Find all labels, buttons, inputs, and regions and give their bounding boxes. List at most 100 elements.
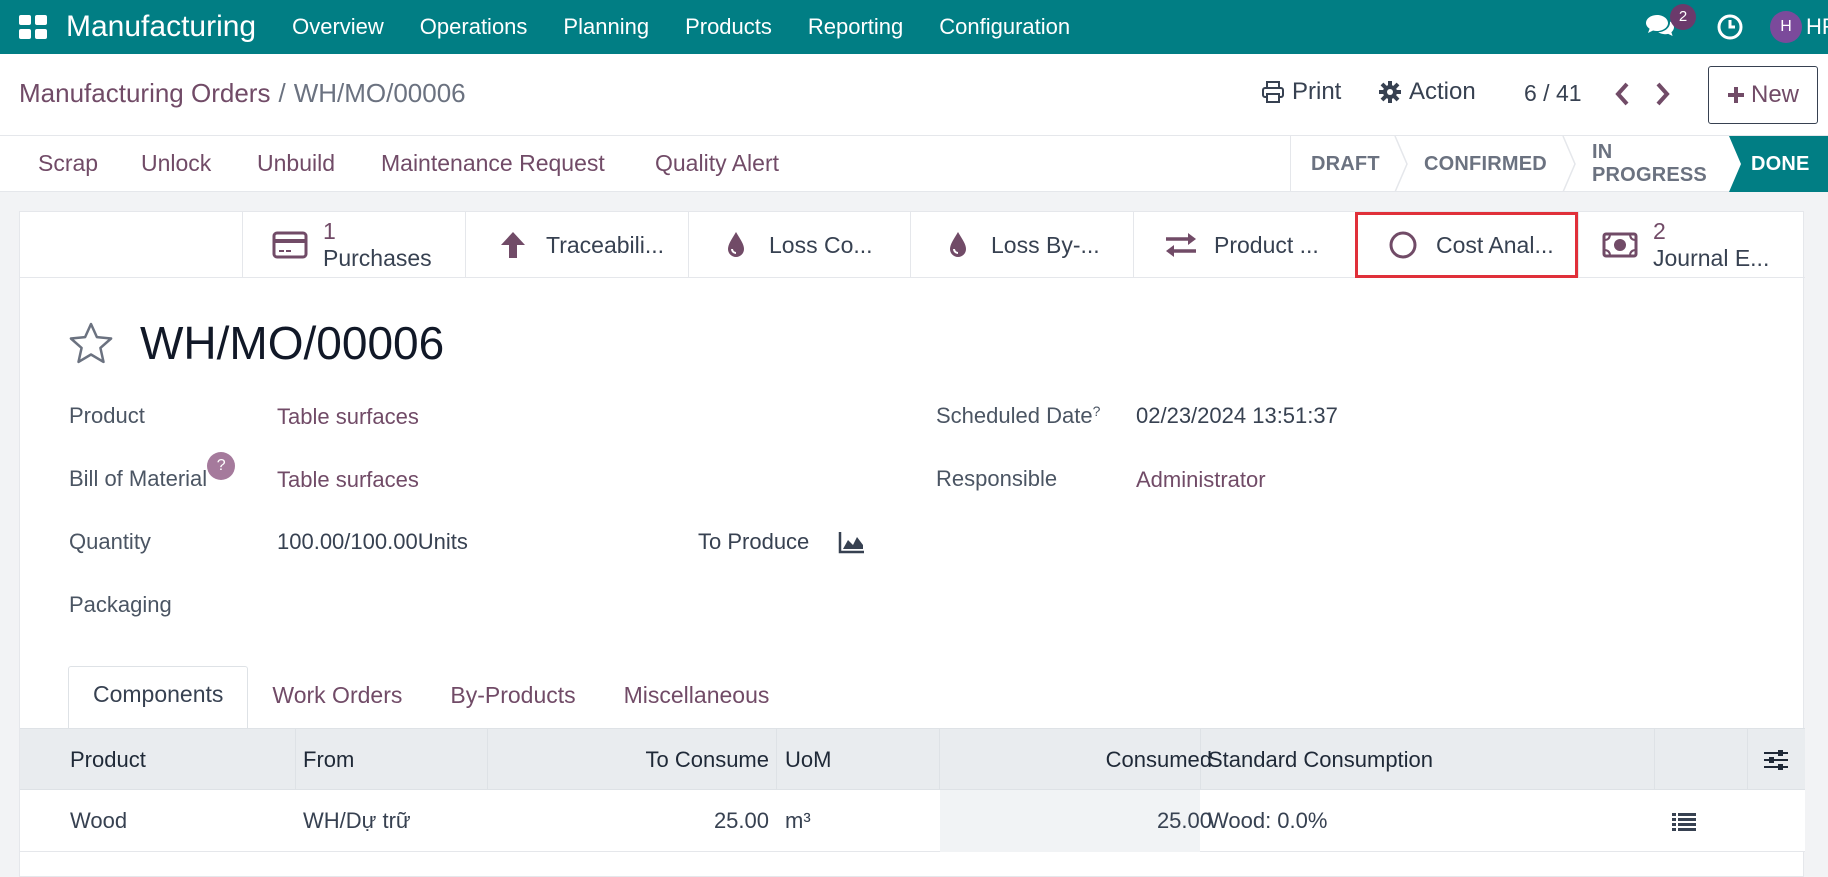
stage-draft[interactable]: DRAFT [1290, 136, 1408, 192]
journal-label: Journal E... [1653, 245, 1770, 271]
row-consumed[interactable]: 25.00 [939, 790, 1212, 851]
loss-components-button[interactable]: Loss Co... [688, 212, 910, 278]
cost-analysis-button[interactable]: Cost Anal... [1355, 212, 1578, 278]
arrow-up-icon [501, 232, 525, 258]
user-label[interactable]: HR [1806, 14, 1828, 40]
scheduled-date-value[interactable]: 02/23/2024 13:51:37 [1136, 403, 1338, 429]
stage-in-progress[interactable]: IN PROGRESS [1564, 136, 1741, 192]
scheduled-date-label-text: Scheduled Date [936, 403, 1093, 428]
col-from[interactable]: From [303, 729, 354, 790]
col-product[interactable]: Product [70, 729, 146, 790]
loss-components-label: Loss Co... [769, 232, 873, 258]
tab-miscellaneous[interactable]: Miscellaneous [600, 668, 794, 730]
purchases-count: 1 [323, 218, 336, 244]
breadcrumb: Manufacturing Orders / WH/MO/00006 [19, 78, 466, 109]
purchases-label: Purchases [323, 245, 432, 271]
plus-icon [1727, 87, 1744, 103]
tab-by-products[interactable]: By-Products [426, 668, 599, 730]
bom-label-text: Bill of Material [69, 466, 208, 491]
action-label: Action [1409, 78, 1476, 105]
traceability-button[interactable]: Traceabili... [465, 212, 688, 278]
avatar[interactable]: H [1770, 11, 1802, 43]
menu-products[interactable]: Products [667, 14, 790, 40]
print-label: Print [1292, 78, 1342, 105]
breadcrumb-separator: / [278, 78, 286, 108]
breadcrumb-current: WH/MO/00006 [293, 78, 466, 108]
stage-draft-label: DRAFT [1311, 152, 1380, 175]
money-icon [1602, 232, 1638, 258]
product-moves-button[interactable]: Product ... [1133, 212, 1355, 278]
scheduled-date-help[interactable]: ? [1093, 403, 1101, 419]
row-to-consume: 25.00 [713, 808, 769, 833]
maintenance-request-button[interactable]: Maintenance Request [381, 150, 605, 177]
chevron-left-icon[interactable] [1611, 80, 1635, 108]
breadcrumb-parent[interactable]: Manufacturing Orders [19, 78, 270, 108]
scheduled-date-label: Scheduled Date? [936, 403, 1100, 429]
star-icon[interactable] [68, 321, 114, 365]
menu-configuration[interactable]: Configuration [921, 14, 1088, 40]
drop-icon [950, 232, 966, 257]
stage-confirmed[interactable]: CONFIRMED [1396, 136, 1576, 192]
chat-button[interactable]: 2 [1644, 4, 1696, 42]
title-row: WH/MO/00006 [68, 316, 444, 370]
menu-planning[interactable]: Planning [545, 14, 667, 40]
drop-icon [728, 232, 744, 257]
quality-alert-button[interactable]: Quality Alert [655, 150, 779, 177]
col-consumed[interactable]: Consumed [939, 729, 1212, 790]
credit-card-icon [272, 231, 308, 259]
new-label: New [1750, 81, 1799, 108]
loss-byproducts-label: Loss By-... [991, 232, 1100, 258]
form-sheet: 1 Purchases Traceabili... Loss Co... Los… [19, 211, 1805, 877]
loss-byproducts-button[interactable]: Loss By-... [910, 212, 1133, 278]
bom-label: Bill of Material? [69, 452, 236, 492]
row-from: WH/Dự trữ [303, 808, 411, 833]
tab-work-orders[interactable]: Work Orders [248, 668, 426, 730]
unlock-button[interactable]: Unlock [141, 150, 211, 177]
status-bar: DRAFT CONFIRMED IN PROGRESS DONE [1290, 136, 1828, 192]
menu-overview[interactable]: Overview [274, 14, 402, 40]
record-title: WH/MO/00006 [140, 317, 445, 369]
traceability-label: Traceabili... [546, 232, 665, 258]
menu-operations[interactable]: Operations [402, 14, 546, 40]
packaging-label: Packaging [69, 592, 172, 617]
apps-grid-icon[interactable] [19, 15, 49, 39]
notebook-tabs: Components Work Orders By-Products Misce… [68, 666, 793, 730]
menu-reporting[interactable]: Reporting [790, 14, 921, 40]
bom-help-icon[interactable]: ? [207, 452, 236, 480]
product-moves-label: Product ... [1214, 232, 1319, 258]
tab-components[interactable]: Components [68, 666, 249, 730]
stage-confirmed-label: CONFIRMED [1424, 152, 1547, 175]
responsible-value[interactable]: Administrator [1136, 467, 1266, 493]
action-button[interactable]: Action [1379, 78, 1476, 106]
bom-value[interactable]: Table surfaces [277, 467, 419, 493]
row-uom: m³ [785, 808, 811, 833]
col-to-consume[interactable]: To Consume [487, 729, 769, 790]
control-panel: Manufacturing Orders / WH/MO/00006 Print A… [0, 54, 1828, 136]
print-icon [1262, 81, 1284, 103]
top-navbar: Manufacturing Overview Operations Planni… [0, 0, 1828, 54]
quantity-value[interactable]: 100.00/100.00Units [277, 529, 468, 555]
area-chart-icon[interactable] [838, 530, 866, 554]
list-icon[interactable] [1672, 812, 1696, 832]
table-row[interactable]: Wood WH/Dự trữ 25.00 m³ 25.00 Wood: 0.0% [20, 790, 1805, 852]
chevron-right-icon[interactable] [1650, 80, 1674, 108]
scrap-button[interactable]: Scrap [38, 150, 98, 177]
app-name[interactable]: Manufacturing [66, 10, 256, 44]
new-button[interactable]: New [1708, 66, 1818, 124]
stage-done[interactable]: DONE [1729, 136, 1828, 192]
clock-icon[interactable] [1716, 13, 1744, 41]
gear-icon [1379, 81, 1401, 103]
circle-icon [1389, 231, 1417, 259]
journal-entries-button[interactable]: 2 Journal E... [1578, 212, 1805, 278]
pager-value[interactable]: 6 / 41 [1524, 80, 1582, 107]
smart-buttons: 1 Purchases Traceabili... Loss Co... Los… [20, 212, 1805, 278]
print-button[interactable]: Print [1262, 78, 1341, 106]
product-label: Product [69, 403, 145, 428]
product-value[interactable]: Table surfaces [277, 404, 419, 430]
col-uom[interactable]: UoM [785, 729, 831, 790]
unbuild-button[interactable]: Unbuild [257, 150, 335, 177]
purchases-button[interactable]: 1 Purchases [242, 212, 465, 278]
components-table: Product From To Consume UoM Consumed Sta… [20, 728, 1805, 852]
sliders-icon[interactable] [1763, 748, 1789, 772]
col-standard-consumption[interactable]: Standard Consumption [1208, 729, 1433, 790]
